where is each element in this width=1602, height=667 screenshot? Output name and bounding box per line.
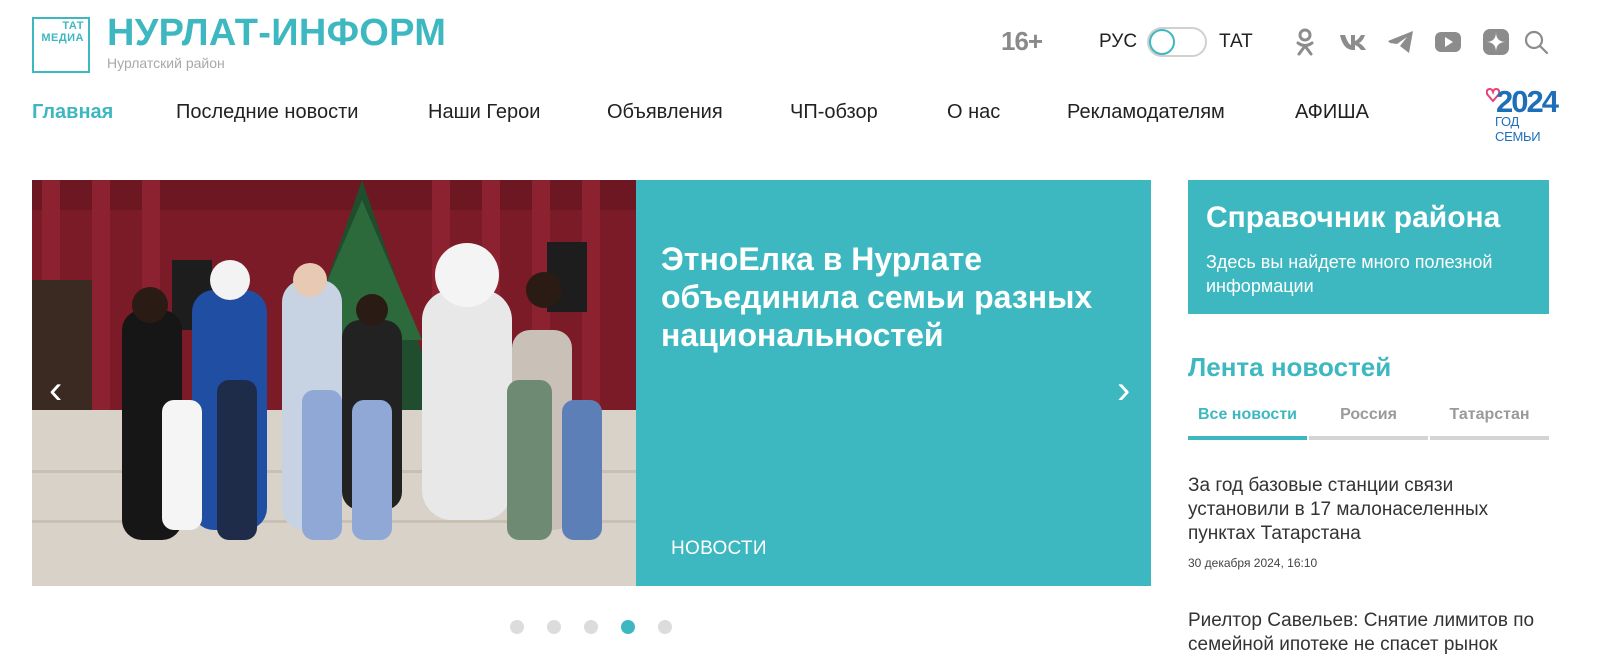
odnoklassniki-icon[interactable] (1291, 28, 1319, 56)
district-directory-banner[interactable]: Справочник района Здесь вы найдете много… (1188, 180, 1549, 314)
site-subtitle: Нурлатский район (107, 55, 225, 71)
dzen-icon[interactable] (1482, 28, 1510, 56)
promo-text: Здесь вы найдете много полезной информац… (1206, 252, 1493, 296)
slider-dot-4[interactable] (621, 620, 635, 634)
nav-afisha[interactable]: АФИША (1295, 101, 1369, 124)
news-date: 30 декабря 2024, 16:10 (1188, 556, 1318, 570)
tab-all-news[interactable]: Все новости (1188, 406, 1307, 440)
slider-dot-5[interactable] (658, 620, 672, 634)
nav-about[interactable]: О нас (947, 101, 1000, 124)
news-title[interactable]: За год базовые станции связи установили … (1188, 474, 1538, 546)
year-logo-text: ГОД СЕМЬИ (1495, 114, 1541, 144)
logo-line1: ТАТ (62, 20, 84, 32)
nav-incidents[interactable]: ЧП-обзор (790, 101, 878, 124)
search-icon[interactable] (1522, 28, 1550, 56)
slide-title[interactable]: ЭтноЕлка в Нурлате объединила семьи разн… (661, 240, 1121, 354)
slider-prev-arrow[interactable]: ‹ (49, 370, 62, 410)
news-title[interactable]: Риелтор Савельев: Снятие лимитов по семе… (1188, 609, 1538, 657)
news-feed-title: Лента новостей (1188, 352, 1392, 382)
lang-ru-label[interactable]: РУС (1099, 31, 1137, 53)
youtube-icon[interactable] (1434, 28, 1462, 56)
lang-tat-label[interactable]: ТАТ (1219, 31, 1253, 53)
list-item[interactable]: За год базовые станции связи установили … (1188, 474, 1538, 570)
list-item[interactable]: Риелтор Савельев: Снятие лимитов по семе… (1188, 609, 1538, 657)
age-rating: 16+ (1001, 26, 1043, 56)
slider-next-arrow[interactable]: › (1117, 370, 1130, 410)
toggle-knob (1149, 29, 1175, 55)
nav-latest-news[interactable]: Последние новости (176, 101, 358, 124)
vk-icon[interactable] (1339, 28, 1367, 56)
slider-dot-1[interactable] (510, 620, 524, 634)
year-of-family-logo[interactable]: 2024 ГОД СЕМЬИ (1486, 84, 1559, 144)
slide-category-tag[interactable]: НОВОСТИ (671, 538, 767, 560)
nav-home[interactable]: Главная (32, 101, 113, 124)
language-toggle[interactable] (1147, 27, 1207, 57)
promo-title: Справочник района (1206, 201, 1501, 234)
logo-line2: МЕДИА (41, 32, 84, 44)
tatmedia-logo[interactable]: ТАТ МЕДИА (32, 17, 90, 73)
nav-advertisers[interactable]: Рекламодателям (1067, 101, 1225, 124)
slide-photo[interactable] (32, 180, 636, 586)
slider-dot-2[interactable] (547, 620, 561, 634)
tab-tatarstan[interactable]: Татарстан (1430, 406, 1549, 440)
telegram-icon[interactable] (1387, 28, 1415, 56)
nav-our-heroes[interactable]: Наши Герои (428, 101, 540, 124)
site-title[interactable]: НУРЛАТ-ИНФОРМ (107, 12, 446, 55)
nav-ads[interactable]: Объявления (607, 101, 723, 124)
slider-dot-3[interactable] (584, 620, 598, 634)
tab-russia[interactable]: Россия (1309, 406, 1428, 440)
slider-pagination (510, 620, 672, 636)
featured-slider[interactable]: ЭтноЕлка в Нурлате объединила семьи разн… (32, 180, 1151, 586)
